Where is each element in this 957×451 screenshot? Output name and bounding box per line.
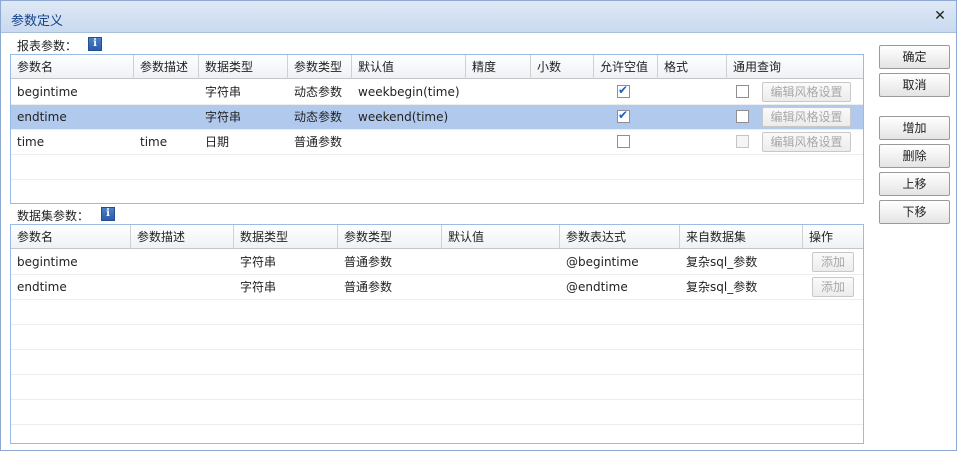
- column-header[interactable]: 操作: [803, 225, 863, 249]
- cell-default: [352, 130, 466, 154]
- cell-format: [658, 80, 664, 104]
- column-header[interactable]: 数据类型: [199, 55, 288, 79]
- cell-expression: @begintime: [566, 255, 639, 269]
- cell-param-type: 动态参数: [294, 85, 343, 99]
- column-header[interactable]: 允许空值: [594, 55, 658, 79]
- dataset-params-header: 参数名 参数描述 数据类型 参数类型 默认值 参数表达式 来自数据集 操作: [11, 225, 863, 249]
- info-icon[interactable]: i: [88, 37, 102, 51]
- column-header[interactable]: 来自数据集: [680, 225, 803, 249]
- column-header[interactable]: 精度: [466, 55, 531, 79]
- cell-decimal: [531, 130, 594, 154]
- empty-row: [11, 350, 863, 375]
- cell-default: [442, 275, 560, 299]
- empty-row: [11, 375, 863, 400]
- cell-precision: [466, 130, 531, 154]
- column-header[interactable]: 数据类型: [234, 225, 338, 249]
- allow-null-checkbox[interactable]: [617, 135, 630, 148]
- cell-format: [658, 105, 664, 129]
- cell-desc: [131, 275, 234, 299]
- general-query-checkbox[interactable]: [736, 110, 749, 123]
- cell-name: begintime: [17, 85, 78, 99]
- delete-button[interactable]: 删除: [879, 144, 950, 168]
- cell-default: weekend(time): [358, 110, 449, 124]
- dialog-title: 参数定义: [11, 14, 64, 29]
- cell-dataset: 复杂sql_参数: [686, 280, 758, 294]
- column-header[interactable]: 参数描述: [134, 55, 199, 79]
- cell-desc: [134, 80, 199, 104]
- table-row[interactable]: time time 日期 普通参数 编辑风格设置: [11, 130, 863, 155]
- edit-style-button[interactable]: 编辑风格设置: [762, 107, 851, 127]
- cell-data-type: 字符串: [205, 85, 242, 99]
- edit-style-button[interactable]: 编辑风格设置: [762, 132, 851, 152]
- add-row-button[interactable]: 添加: [812, 252, 854, 272]
- cell-data-type: 字符串: [240, 280, 277, 294]
- column-header[interactable]: 参数类型: [288, 55, 352, 79]
- table-row[interactable]: endtime 字符串 普通参数 @endtime 复杂sql_参数 添加: [11, 275, 863, 300]
- empty-row: [11, 425, 863, 443]
- param-definition-dialog: 参数定义 ✕ 报表参数： i 参数名 参数描述 数据类型 参数类型 默认值 精度 小数 允许空…: [0, 0, 957, 451]
- table-row[interactable]: endtime 字符串 动态参数 weekend(time) 编辑风格设置: [11, 105, 863, 130]
- cell-decimal: [531, 105, 594, 129]
- cell-param-type: 动态参数: [294, 110, 343, 124]
- dataset-params-grid: 参数名 参数描述 数据类型 参数类型 默认值 参数表达式 来自数据集 操作 begintime…: [10, 224, 864, 444]
- cell-decimal: [531, 80, 594, 104]
- dialog-titlebar[interactable]: 参数定义 ✕: [1, 1, 956, 33]
- report-params-label: 报表参数：: [17, 39, 78, 53]
- add-button[interactable]: 增加: [879, 116, 950, 140]
- report-params-header: 参数名 参数描述 数据类型 参数类型 默认值 精度 小数 允许空值 格式 通用查询: [11, 55, 863, 79]
- cell-name: endtime: [17, 110, 67, 124]
- general-query-checkbox[interactable]: [736, 85, 749, 98]
- cell-desc: [131, 250, 234, 274]
- add-row-button[interactable]: 添加: [812, 277, 854, 297]
- column-header[interactable]: 参数名: [11, 225, 131, 249]
- column-header[interactable]: 参数描述: [131, 225, 234, 249]
- empty-row: [11, 155, 863, 180]
- column-header[interactable]: 参数类型: [338, 225, 442, 249]
- cell-name: time: [17, 135, 45, 149]
- cell-data-type: 字符串: [205, 110, 242, 124]
- cell-param-type: 普通参数: [294, 135, 343, 149]
- table-row[interactable]: begintime 字符串 动态参数 weekbegin(time) 编辑风格设置: [11, 80, 863, 105]
- cell-name: begintime: [17, 255, 78, 269]
- cell-data-type: 日期: [205, 135, 230, 149]
- cell-default: weekbegin(time): [358, 85, 460, 99]
- column-header[interactable]: 通用查询: [727, 55, 863, 79]
- cell-precision: [466, 80, 531, 104]
- table-row[interactable]: begintime 字符串 普通参数 @begintime 复杂sql_参数 添加: [11, 250, 863, 275]
- allow-null-checkbox[interactable]: [617, 108, 630, 123]
- dataset-params-label: 数据集参数：: [17, 209, 90, 223]
- ok-button[interactable]: 确定: [879, 45, 950, 69]
- column-header[interactable]: 参数表达式: [560, 225, 680, 249]
- cell-precision: [466, 105, 531, 129]
- column-header[interactable]: 默认值: [442, 225, 560, 249]
- column-header[interactable]: 格式: [658, 55, 727, 79]
- cell-expression: @endtime: [566, 280, 628, 294]
- edit-style-button[interactable]: 编辑风格设置: [762, 82, 851, 102]
- cell-format: [658, 130, 664, 154]
- column-header[interactable]: 默认值: [352, 55, 466, 79]
- close-icon[interactable]: ✕: [932, 7, 948, 25]
- cell-dataset: 复杂sql_参数: [686, 255, 758, 269]
- cell-data-type: 字符串: [240, 255, 277, 269]
- cell-param-type: 普通参数: [344, 255, 393, 269]
- cell-default: [442, 250, 560, 274]
- general-query-checkbox[interactable]: [736, 135, 749, 148]
- column-header[interactable]: 小数: [531, 55, 594, 79]
- empty-row: [11, 300, 863, 325]
- cell-name: endtime: [17, 280, 67, 294]
- info-icon[interactable]: i: [101, 207, 115, 221]
- move-up-button[interactable]: 上移: [879, 172, 950, 196]
- report-params-grid: 参数名 参数描述 数据类型 参数类型 默认值 精度 小数 允许空值 格式 通用查询 beginti…: [10, 54, 864, 204]
- empty-row: [11, 325, 863, 350]
- cell-desc: [134, 105, 199, 129]
- allow-null-checkbox[interactable]: [617, 83, 630, 98]
- empty-row: [11, 400, 863, 425]
- empty-row: [11, 180, 863, 203]
- move-down-button[interactable]: 下移: [879, 200, 950, 224]
- cell-desc: time: [140, 135, 168, 149]
- cell-param-type: 普通参数: [344, 280, 393, 294]
- column-header[interactable]: 参数名: [11, 55, 134, 79]
- cancel-button[interactable]: 取消: [879, 73, 950, 97]
